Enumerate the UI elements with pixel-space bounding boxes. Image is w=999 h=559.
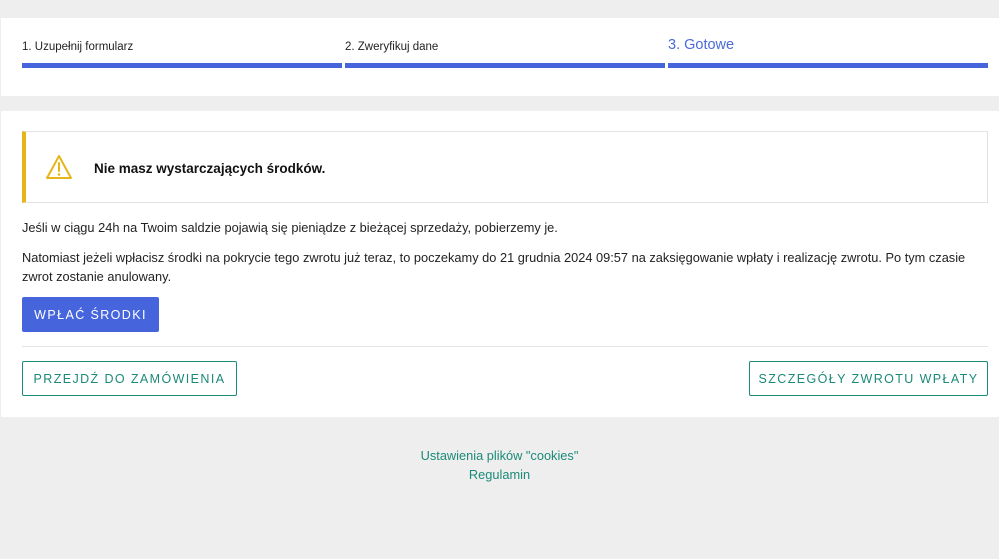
main-panel: Nie masz wystarczających środków. Jeśli … xyxy=(1,111,999,417)
terms-link[interactable]: Regulamin xyxy=(0,465,999,484)
step-3-progress-bar xyxy=(668,63,988,68)
step-2: 2. Zweryfikuj dane xyxy=(345,40,665,70)
step-1-progress-bar xyxy=(22,63,342,68)
warning-triangle-icon xyxy=(46,155,72,179)
step-2-label: 2. Zweryfikuj dane xyxy=(345,41,439,53)
step-3: 3. Gotowe xyxy=(668,37,988,70)
go-to-order-button[interactable]: PRZEJDŹ DO ZAMÓWIENIA xyxy=(22,361,237,396)
stepper: 1. Uzupełnij formularz 2. Zweryfikuj dan… xyxy=(1,18,999,96)
step-3-label: 3. Gotowe xyxy=(668,37,735,53)
footer: Ustawienia plików "cookies" Regulamin xyxy=(0,446,999,484)
insufficient-funds-alert: Nie masz wystarczających środków. xyxy=(22,131,988,203)
pay-funds-button[interactable]: WPŁAĆ ŚRODKI xyxy=(22,297,159,332)
alert-message: Nie masz wystarczających środków. xyxy=(94,161,326,176)
step-2-progress-bar xyxy=(345,63,665,68)
divider xyxy=(22,346,988,347)
step-1-label: 1. Uzupełnij formularz xyxy=(22,41,134,53)
info-paragraph-1: Jeśli w ciągu 24h na Twoim saldzie pojaw… xyxy=(22,220,558,235)
step-1: 1. Uzupełnij formularz xyxy=(22,40,342,70)
refund-details-button[interactable]: SZCZEGÓŁY ZWROTU WPŁATY xyxy=(749,361,988,396)
info-paragraph-2: Natomiast jeżeli wpłacisz środki na pokr… xyxy=(22,250,966,284)
cookies-settings-link[interactable]: Ustawienia plików "cookies" xyxy=(0,446,999,465)
